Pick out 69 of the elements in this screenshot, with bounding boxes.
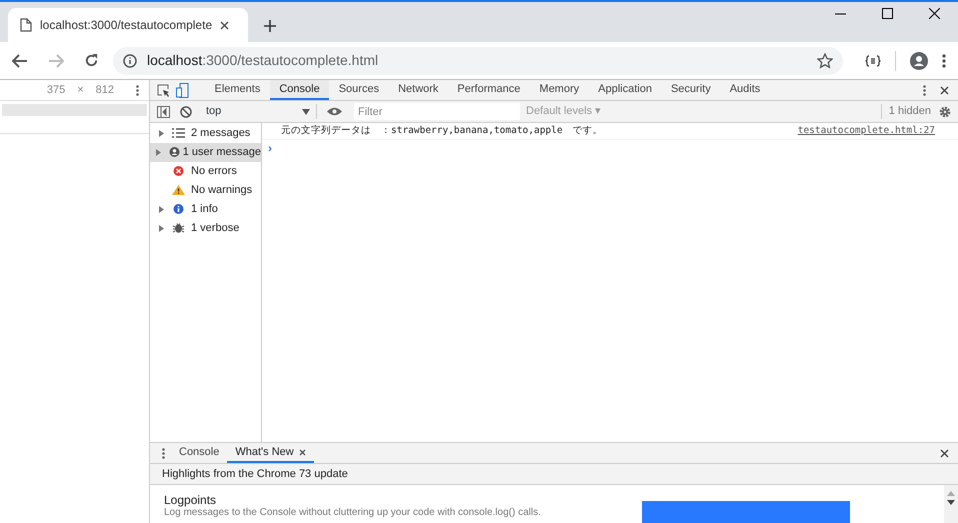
devtools-tab[interactable]: Performance (448, 80, 530, 100)
device-height[interactable]: 812 (96, 82, 114, 98)
star-icon[interactable] (817, 52, 834, 68)
more-icon[interactable] (136, 84, 139, 96)
page-icon (20, 18, 32, 32)
more-icon[interactable] (162, 448, 165, 458)
devtools-tab[interactable]: Application (588, 80, 662, 100)
sidebar-toggle-icon[interactable] (157, 106, 170, 118)
context-select[interactable]: top (206, 103, 312, 120)
info-icon[interactable] (122, 54, 137, 68)
reload-icon[interactable] (84, 53, 99, 68)
scrollbar[interactable] (944, 485, 958, 523)
url-text: localhost:3000/testautocomplete.html (146, 51, 378, 70)
settings-icon[interactable] (939, 106, 951, 118)
device-toggle-icon[interactable] (176, 82, 189, 98)
expand-arrow-icon[interactable] (156, 149, 162, 156)
drawer-tab[interactable]: Console (171, 443, 228, 463)
devtools-tab[interactable]: Elements (205, 80, 270, 100)
sidebar-item[interactable]: No warnings (150, 181, 261, 200)
expand-arrow-icon[interactable] (158, 225, 164, 232)
scroll-down-icon[interactable] (947, 500, 955, 505)
error-icon (172, 166, 185, 177)
devtools-tab[interactable]: Security (661, 80, 720, 100)
expand-arrow-icon[interactable] (158, 130, 164, 137)
back-arrow-icon[interactable] (12, 54, 28, 68)
device-width[interactable]: 375 (46, 82, 66, 98)
devtools-tab[interactable]: Memory (530, 80, 589, 100)
address-field[interactable]: localhost:3000/testautocomplete.html (112, 46, 844, 74)
devtools-tab[interactable]: Network (388, 80, 448, 100)
drawer-header: Highlights from the Chrome 73 update (162, 466, 348, 482)
devtools-tab[interactable]: Console (270, 80, 330, 100)
tab-title: localhost:3000/testautocomplete (40, 17, 212, 34)
prompt-caret[interactable]: › (268, 140, 272, 156)
close-icon[interactable] (298, 448, 306, 456)
browser-tab[interactable]: localhost:3000/testautocomplete (8, 8, 248, 42)
hidden-count: 1 hidden (888, 104, 931, 120)
account-icon[interactable] (910, 52, 928, 70)
log-message: 元の文字列データは ：strawberry,banana,tomato,apple です。 (281, 124, 603, 138)
inspect-icon[interactable] (157, 84, 170, 96)
maximize-icon[interactable] (882, 8, 893, 19)
close-icon[interactable] (929, 8, 940, 19)
more-icon[interactable] (923, 84, 926, 96)
user-icon (168, 147, 181, 158)
dropdown-caret-icon (302, 108, 310, 114)
source-link[interactable]: testautocomplete.html:27 (798, 124, 935, 138)
warning-icon (172, 185, 185, 196)
info-icon (172, 204, 185, 215)
devtools-tab[interactable]: Sources (329, 80, 389, 100)
sidebar-item[interactable]: 1 user message (150, 143, 261, 162)
close-icon[interactable] (220, 20, 230, 30)
clear-icon[interactable] (180, 106, 192, 118)
sidebar-item[interactable]: 1 info (150, 200, 261, 219)
expand-arrow-icon[interactable] (158, 206, 164, 213)
close-icon[interactable] (940, 86, 949, 94)
sidebar-item[interactable]: 2 messages (150, 124, 261, 143)
times-sign: × (77, 82, 84, 98)
sidebar-item[interactable]: No errors (150, 162, 261, 181)
bug-icon (172, 223, 185, 234)
devtools-tab[interactable]: Audits (720, 80, 770, 100)
feature-description: Log messages to the Console without cluttering up your code with console.log() calls. (164, 507, 542, 519)
filter-field[interactable]: Filter (354, 103, 520, 120)
close-icon[interactable] (940, 448, 949, 458)
eye-icon[interactable] (327, 107, 342, 116)
sidebar-item[interactable]: 1 verbose (150, 219, 261, 238)
list-icon (172, 128, 185, 139)
feature-heading: Logpoints (164, 493, 218, 507)
new-tab-icon[interactable] (264, 20, 276, 32)
extension-icon[interactable] (865, 54, 882, 66)
menu-icon[interactable] (942, 54, 946, 68)
